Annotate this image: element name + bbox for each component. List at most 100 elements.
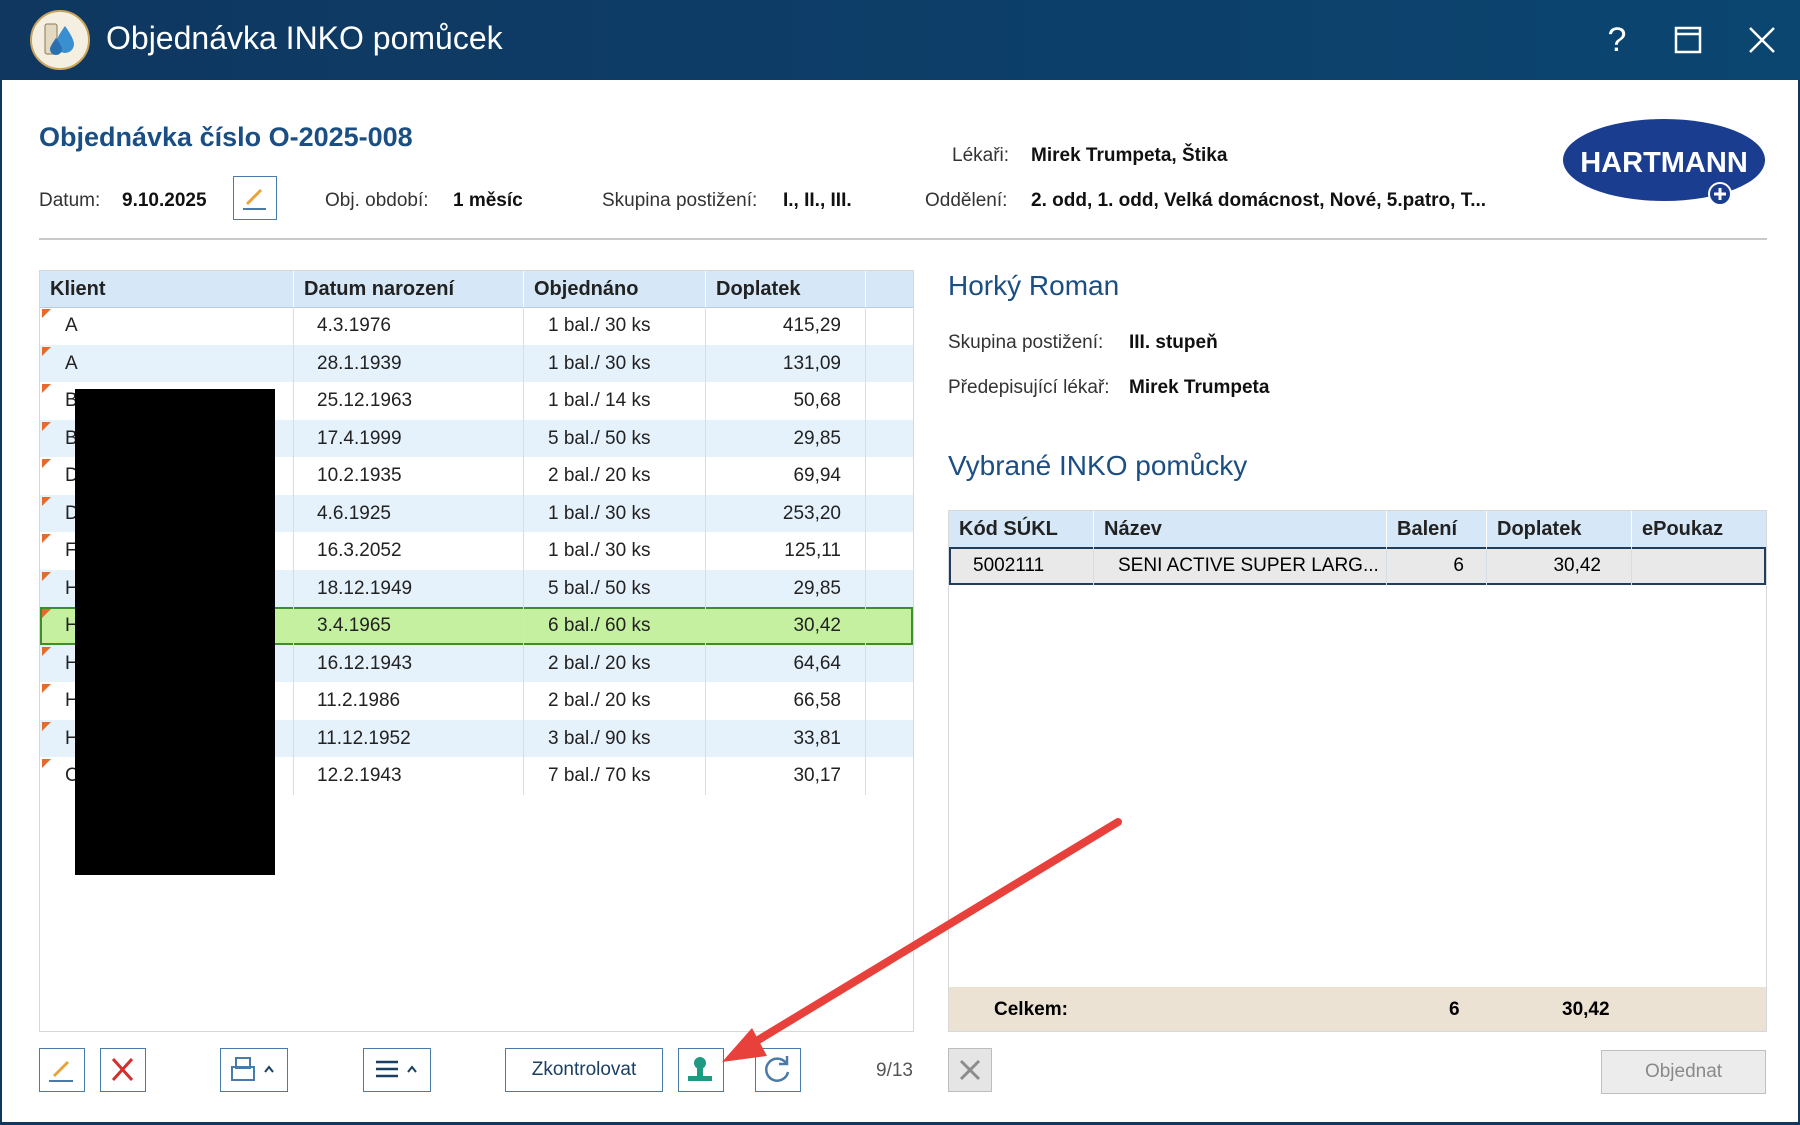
birthdate-cell: 10.2.1935 — [294, 457, 524, 495]
birthdate-cell: 11.2.1986 — [294, 682, 524, 720]
ordered-cell: 2 bal./ 20 ks — [524, 644, 706, 682]
group-label: Skupina postižení: — [602, 190, 758, 211]
department-value: 2. odd, 1. odd, Velká domácnost, Nové, 5… — [1031, 190, 1487, 211]
table-header: Klient Datum narození Objednáno Doplatek — [40, 271, 913, 308]
client-name-cell: A — [40, 307, 294, 345]
pencil-icon — [243, 188, 266, 210]
printer-icon — [231, 1057, 274, 1081]
title-bar: Objednávka INKO pomůcek ? — [0, 0, 1800, 80]
birthdate-cell: 25.12.1963 — [294, 382, 524, 420]
close-button[interactable] — [1740, 18, 1784, 62]
order-button[interactable]: Objednat — [1601, 1050, 1766, 1094]
birthdate-cell: 28.1.1939 — [294, 344, 524, 382]
window-title: Objednávka INKO pomůcek — [106, 20, 503, 56]
print-menu-button[interactable] — [220, 1048, 288, 1092]
ordered-cell: 2 bal./ 20 ks — [524, 457, 706, 495]
ordered-cell: 6 bal./ 60 ks — [524, 607, 706, 645]
column-header-item-copay[interactable]: Doplatek — [1487, 511, 1632, 547]
item-row[interactable]: 5002111 SENI ACTIVE SUPER LARG... 6 30,4… — [949, 547, 1766, 585]
doctors-label: Lékaři: — [952, 145, 1010, 166]
edit-button[interactable] — [39, 1048, 85, 1092]
column-header-name[interactable]: Název — [1094, 511, 1387, 547]
copay-cell: 30,42 — [706, 607, 866, 645]
column-header-birthdate[interactable]: Datum narození — [294, 271, 524, 307]
maximize-button[interactable] — [1666, 18, 1710, 62]
column-header-packs[interactable]: Balení — [1387, 511, 1487, 547]
department-label: Oddělení: — [925, 190, 1008, 211]
check-button[interactable]: Zkontrolovat — [505, 1048, 663, 1092]
table-row[interactable]: A 28.1.1939 1 bal./ 30 ks 131,09 — [40, 344, 913, 382]
total-label: Celkem: — [994, 999, 1068, 1020]
menu-button[interactable] — [363, 1048, 431, 1092]
column-header-epoukaz[interactable]: ePoukaz — [1632, 511, 1768, 547]
copay-cell: 253,20 — [706, 494, 866, 532]
items-title: Vybrané INKO pomůcky — [948, 450, 1248, 481]
copay-cell: 125,11 — [706, 532, 866, 570]
group-value: I., II., III. — [783, 190, 852, 211]
redaction-block — [75, 389, 275, 875]
close-x-icon — [959, 1059, 981, 1081]
ordered-cell: 5 bal./ 50 ks — [524, 569, 706, 607]
birthdate-cell: 3.4.1965 — [294, 607, 524, 645]
client-name: Horký Roman — [948, 270, 1120, 301]
copay-cell: 66,58 — [706, 682, 866, 720]
pencil-icon — [49, 1060, 73, 1082]
ordered-cell: 3 bal./ 90 ks — [524, 719, 706, 757]
item-epoukaz — [1632, 547, 1768, 585]
column-header-client[interactable]: Klient — [40, 271, 294, 307]
column-header-copay[interactable]: Doplatek — [706, 271, 866, 307]
period-label: Obj. období: — [325, 190, 429, 211]
client-group-label: Skupina postižení: — [948, 332, 1104, 353]
copay-cell: 415,29 — [706, 307, 866, 345]
total-copay: 30,42 — [1562, 999, 1610, 1020]
help-button[interactable]: ? — [1595, 18, 1639, 62]
refresh-icon — [765, 1056, 790, 1082]
ordered-cell: 1 bal./ 30 ks — [524, 494, 706, 532]
copay-cell: 29,85 — [706, 419, 866, 457]
stamp-person-icon — [688, 1057, 712, 1081]
logo-text: HARTMANN — [1580, 147, 1748, 179]
client-name-cell: A — [40, 344, 294, 382]
dialog-body: Objednávka číslo O-2025-008 Datum: 9.10.… — [2, 80, 1798, 1122]
items-table: Kód SÚKL Název Balení Doplatek ePoukaz 5… — [948, 510, 1767, 1032]
birthdate-cell: 11.12.1952 — [294, 719, 524, 757]
ordered-cell: 1 bal./ 30 ks — [524, 532, 706, 570]
remove-item-button[interactable] — [948, 1048, 992, 1092]
copay-cell: 69,94 — [706, 457, 866, 495]
birthdate-cell: 12.2.1943 — [294, 757, 524, 795]
copay-cell: 29,85 — [706, 569, 866, 607]
item-copay: 30,42 — [1487, 547, 1632, 585]
table-row[interactable]: A 4.3.1976 1 bal./ 30 ks 415,29 — [40, 307, 913, 345]
birthdate-cell: 16.12.1943 — [294, 644, 524, 682]
pager-text: 9/13 — [876, 1060, 913, 1081]
delete-button[interactable] — [100, 1048, 146, 1092]
item-name: SENI ACTIVE SUPER LARG... — [1094, 547, 1387, 585]
column-header-sukl-code[interactable]: Kód SÚKL — [949, 511, 1094, 547]
birthdate-cell: 4.3.1976 — [294, 307, 524, 345]
birthdate-cell: 4.6.1925 — [294, 494, 524, 532]
item-packs: 6 — [1387, 547, 1487, 585]
prescribing-doctor-label: Předepisující lékař: — [948, 377, 1110, 398]
hartmann-logo: HARTMANN — [1562, 118, 1766, 206]
copay-cell: 64,64 — [706, 644, 866, 682]
ordered-cell: 1 bal./ 30 ks — [524, 307, 706, 345]
copay-cell: 30,17 — [706, 757, 866, 795]
date-label: Datum: — [39, 190, 101, 211]
ordered-cell: 1 bal./ 14 ks — [524, 382, 706, 420]
refresh-button[interactable] — [755, 1048, 801, 1092]
delete-x-icon — [111, 1057, 134, 1082]
ordered-cell: 5 bal./ 50 ks — [524, 419, 706, 457]
app-droplet-icon — [30, 10, 90, 70]
edit-date-button[interactable] — [233, 176, 277, 220]
item-code: 5002111 — [949, 547, 1094, 585]
header-separator — [39, 238, 1767, 240]
items-table-header: Kód SÚKL Název Balení Doplatek ePoukaz — [949, 511, 1766, 548]
birthdate-cell: 17.4.1999 — [294, 419, 524, 457]
column-header-ordered[interactable]: Objednáno — [524, 271, 706, 307]
copay-cell: 131,09 — [706, 344, 866, 382]
order-title: Objednávka číslo O-2025-008 — [39, 122, 413, 152]
client-stamp-button[interactable] — [678, 1048, 724, 1092]
period-value: 1 měsíc — [453, 190, 523, 211]
copay-cell: 50,68 — [706, 382, 866, 420]
client-group-value: III. stupeň — [1129, 332, 1218, 353]
